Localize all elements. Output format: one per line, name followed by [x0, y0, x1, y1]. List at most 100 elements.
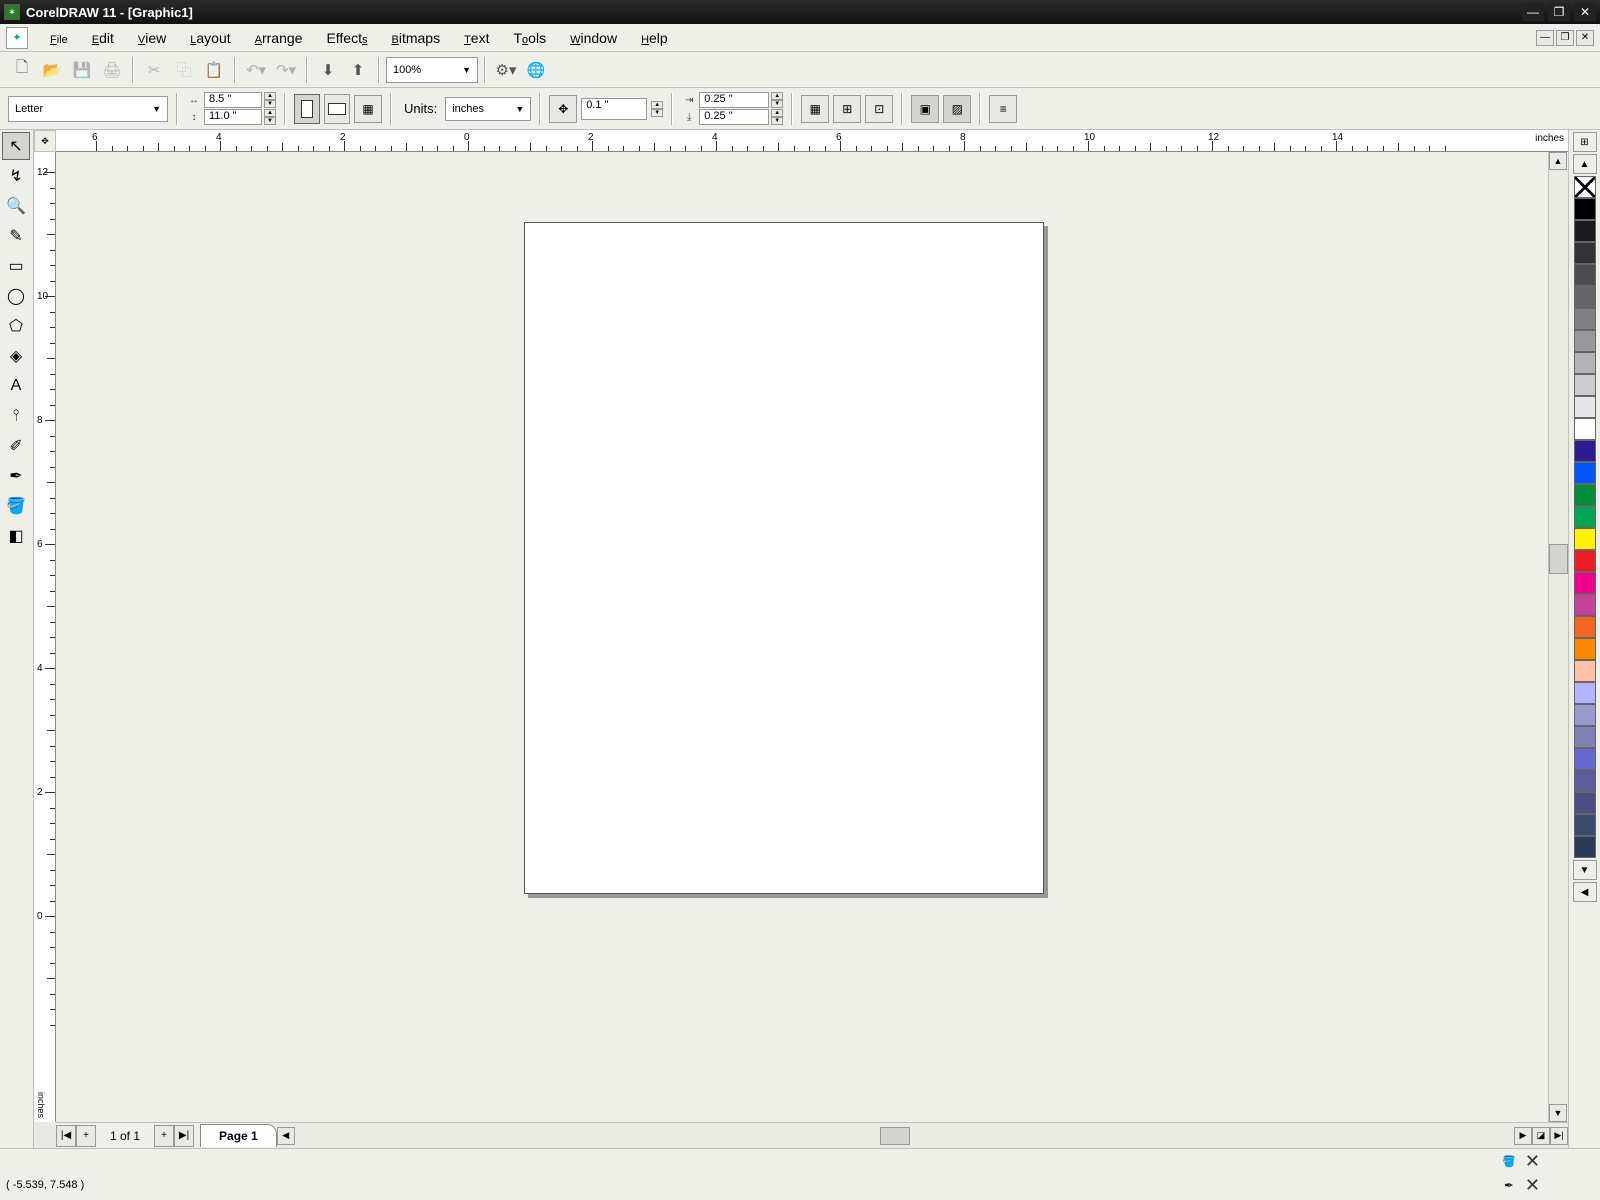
color-swatch[interactable]: [1574, 660, 1596, 682]
color-swatch[interactable]: [1574, 770, 1596, 792]
color-swatch[interactable]: [1574, 528, 1596, 550]
close-button[interactable]: ✕: [1574, 3, 1596, 21]
add-page-before-button[interactable]: +: [76, 1125, 96, 1147]
menu-tools[interactable]: Tools: [501, 26, 558, 50]
ruler-origin[interactable]: ✥: [34, 130, 56, 152]
scroll-thumb[interactable]: [1549, 544, 1568, 574]
new-button[interactable]: 🗋: [8, 56, 36, 84]
rectangle-tool[interactable]: ▭: [2, 252, 30, 280]
color-swatch[interactable]: [1574, 374, 1596, 396]
color-swatch[interactable]: [1574, 814, 1596, 836]
color-swatch[interactable]: [1574, 440, 1596, 462]
dup-y-input[interactable]: 0.25 ": [699, 109, 769, 125]
treat-as-filled-button[interactable]: ▣: [911, 95, 939, 123]
color-swatch[interactable]: [1574, 594, 1596, 616]
basic-shapes-tool[interactable]: ◈: [2, 342, 30, 370]
spin-up[interactable]: ▲: [771, 92, 783, 100]
menu-bitmaps[interactable]: Bitmaps: [379, 26, 452, 50]
snap-guidelines-button[interactable]: ⊞: [833, 95, 861, 123]
color-swatch[interactable]: [1574, 242, 1596, 264]
nudge-input[interactable]: 0.1 ": [581, 98, 647, 120]
corel-online-button[interactable]: 🌐: [522, 56, 550, 84]
color-swatch[interactable]: [1574, 506, 1596, 528]
color-swatch[interactable]: [1574, 638, 1596, 660]
page-layout-button[interactable]: ▦: [354, 95, 382, 123]
spin-up[interactable]: ▲: [264, 109, 276, 117]
color-swatch[interactable]: [1574, 462, 1596, 484]
color-swatch[interactable]: [1574, 726, 1596, 748]
scroll-up-button[interactable]: ▲: [1549, 152, 1567, 170]
last-page-button[interactable]: ▶|: [174, 1125, 194, 1147]
palette-expand-button[interactable]: ◀: [1573, 882, 1597, 902]
spin-down[interactable]: ▼: [771, 100, 783, 108]
interactive-blend-tool[interactable]: ⫯: [2, 402, 30, 430]
spin-up[interactable]: ▲: [771, 109, 783, 117]
doc-restore-button[interactable]: ❐: [1556, 30, 1574, 46]
canvas[interactable]: [56, 152, 1568, 1122]
palette-last-button[interactable]: ▶|: [1550, 1127, 1568, 1145]
palette-scroll-up-button[interactable]: ▲: [1573, 154, 1597, 174]
spin-up[interactable]: ▲: [651, 101, 663, 109]
color-swatch[interactable]: [1574, 308, 1596, 330]
portrait-button[interactable]: [294, 94, 320, 124]
freehand-tool[interactable]: ✎: [2, 222, 30, 250]
save-button[interactable]: 💾: [68, 56, 96, 84]
paper-size-select[interactable]: Letter ▼: [8, 96, 168, 122]
menu-layout[interactable]: Layout: [178, 26, 242, 50]
cut-button[interactable]: ✂: [140, 56, 168, 84]
undo-button[interactable]: ↶▾: [242, 56, 270, 84]
color-swatch[interactable]: [1574, 264, 1596, 286]
color-swatch[interactable]: [1574, 352, 1596, 374]
snap-objects-button[interactable]: ⊡: [865, 95, 893, 123]
fill-tool[interactable]: 🪣: [2, 492, 30, 520]
vertical-ruler[interactable]: inches 121086420: [34, 152, 56, 1122]
polygon-tool[interactable]: ⬠: [2, 312, 30, 340]
copy-button[interactable]: ⿻: [170, 56, 198, 84]
horizontal-scrollbar[interactable]: ◀ ▶ ◪ ▶|: [277, 1123, 1568, 1148]
menu-help[interactable]: Help: [629, 26, 680, 50]
color-swatch[interactable]: [1574, 550, 1596, 572]
menu-effects[interactable]: Effects: [314, 26, 379, 50]
color-swatch[interactable]: [1574, 330, 1596, 352]
spin-down[interactable]: ▼: [651, 109, 663, 117]
spin-down[interactable]: ▼: [264, 100, 276, 108]
minimize-button[interactable]: —: [1522, 3, 1544, 21]
color-swatch[interactable]: [1574, 220, 1596, 242]
menu-edit[interactable]: Edit: [80, 26, 126, 50]
no-color-swatch[interactable]: [1574, 176, 1596, 198]
color-swatch[interactable]: [1574, 704, 1596, 726]
app-launcher-button[interactable]: ⚙▾: [492, 56, 520, 84]
ellipse-tool[interactable]: ◯: [2, 282, 30, 310]
landscape-button[interactable]: [324, 94, 350, 124]
shape-tool[interactable]: ↯: [2, 162, 30, 190]
scroll-down-button[interactable]: ▼: [1549, 1104, 1567, 1122]
scroll-track[interactable]: [1549, 170, 1568, 1104]
color-swatch[interactable]: [1574, 616, 1596, 638]
doc-minimize-button[interactable]: —: [1536, 30, 1554, 46]
page-height-input[interactable]: 11.0 ": [204, 109, 262, 125]
color-swatch[interactable]: [1574, 484, 1596, 506]
first-page-button[interactable]: |◀: [56, 1125, 76, 1147]
color-swatch[interactable]: [1574, 792, 1596, 814]
zoom-select[interactable]: 100% ▼: [386, 57, 478, 83]
scroll-track[interactable]: [295, 1127, 1514, 1145]
color-swatch[interactable]: [1574, 836, 1596, 858]
color-swatch[interactable]: [1574, 748, 1596, 770]
color-swatch[interactable]: [1574, 396, 1596, 418]
dup-x-input[interactable]: 0.25 ": [699, 92, 769, 108]
palette-scroll-down-button[interactable]: ▼: [1573, 860, 1597, 880]
text-tool[interactable]: A: [2, 372, 30, 400]
zoom-tool[interactable]: 🔍: [2, 192, 30, 220]
print-button[interactable]: 🖨: [98, 56, 126, 84]
color-swatch[interactable]: [1574, 418, 1596, 440]
snap-grid-button[interactable]: ▦: [801, 95, 829, 123]
scroll-thumb[interactable]: [880, 1127, 910, 1145]
color-swatch[interactable]: [1574, 198, 1596, 220]
menu-view[interactable]: View: [126, 26, 178, 50]
palette-options-button[interactable]: ⊞: [1573, 132, 1597, 152]
color-swatch[interactable]: [1574, 286, 1596, 308]
menu-arrange[interactable]: Arrange: [243, 26, 315, 50]
scroll-left-button[interactable]: ◀: [277, 1127, 295, 1145]
draw-complex-button[interactable]: ▨: [943, 95, 971, 123]
paste-button[interactable]: 📋: [200, 56, 228, 84]
